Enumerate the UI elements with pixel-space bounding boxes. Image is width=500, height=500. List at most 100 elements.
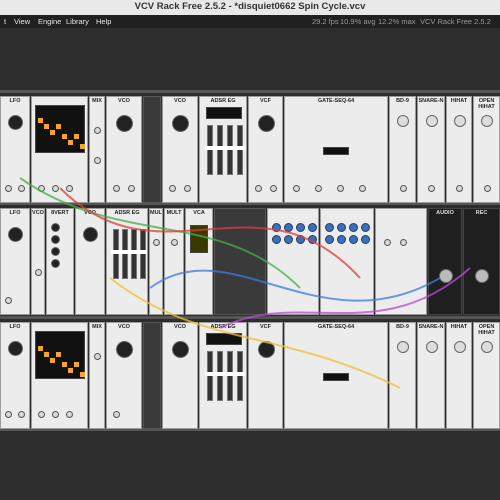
step-button[interactable]: [296, 223, 305, 232]
menu-engine[interactable]: Engine: [38, 17, 61, 26]
drum-snare-module[interactable]: SNARE-N: [417, 322, 445, 429]
cv-jack[interactable]: [293, 185, 300, 192]
cv-jack[interactable]: [52, 411, 59, 418]
vcf-module[interactable]: VCF: [248, 96, 283, 203]
cv-jack[interactable]: [400, 185, 407, 192]
button-grid-module[interactable]: [320, 208, 374, 315]
menu-library[interactable]: Library: [66, 17, 89, 26]
recorder-module[interactable]: REC: [463, 208, 500, 315]
decay-fader[interactable]: [120, 229, 130, 279]
cv-jack[interactable]: [128, 185, 135, 192]
cutoff-knob[interactable]: [258, 115, 275, 132]
cv-jack[interactable]: [38, 185, 45, 192]
step-button[interactable]: [349, 235, 358, 244]
attack-fader[interactable]: [205, 351, 215, 401]
vcf-module[interactable]: VCF: [248, 322, 283, 429]
decay-fader[interactable]: [215, 351, 225, 401]
freq-knob[interactable]: [172, 115, 189, 132]
mult-module[interactable]: MULT: [164, 208, 184, 315]
freq-knob[interactable]: [8, 341, 23, 356]
tune-knob[interactable]: [426, 341, 438, 353]
attack-fader[interactable]: [205, 125, 215, 175]
level-knob[interactable]: [439, 269, 453, 283]
menu-file-truncated[interactable]: t: [4, 17, 6, 26]
drum-open-hihat-module[interactable]: OPEN HIHAT: [473, 96, 500, 203]
switch-module[interactable]: [375, 208, 427, 315]
attenuverter-knob[interactable]: [51, 247, 60, 256]
release-fader[interactable]: [138, 229, 147, 279]
cv-jack[interactable]: [384, 239, 391, 246]
mix-module[interactable]: MIX: [89, 96, 105, 203]
sequencer-module[interactable]: [31, 96, 88, 203]
attenuverter-knob[interactable]: [51, 223, 60, 232]
sustain-fader[interactable]: [225, 125, 235, 175]
adsr-module[interactable]: ADSR EG: [106, 208, 148, 315]
vco-module[interactable]: VCO: [31, 208, 45, 315]
freq-knob[interactable]: [8, 227, 23, 242]
freq-knob[interactable]: [116, 341, 133, 358]
eight-vert-module[interactable]: 8VERT: [46, 208, 74, 315]
cv-jack[interactable]: [5, 185, 12, 192]
step-button[interactable]: [284, 223, 293, 232]
step-button[interactable]: [284, 235, 293, 244]
cutoff-knob[interactable]: [258, 341, 275, 358]
cv-jack[interactable]: [5, 411, 12, 418]
cv-jack[interactable]: [66, 411, 73, 418]
tune-knob[interactable]: [397, 341, 409, 353]
drum-bd9-module[interactable]: BD-9: [389, 96, 416, 203]
menu-help[interactable]: Help: [96, 17, 111, 26]
vca-module[interactable]: VCA: [185, 208, 213, 315]
adsr-module[interactable]: ADSR EG: [199, 96, 247, 203]
release-fader[interactable]: [235, 351, 245, 401]
cv-jack[interactable]: [66, 185, 73, 192]
menu-view[interactable]: View: [14, 17, 30, 26]
cv-jack[interactable]: [38, 411, 45, 418]
cv-jack[interactable]: [169, 185, 176, 192]
vco-module[interactable]: VCO: [106, 322, 142, 429]
vco-module[interactable]: VCO: [162, 322, 198, 429]
tune-knob[interactable]: [454, 115, 466, 127]
mult-module[interactable]: MULT: [149, 208, 163, 315]
attack-fader[interactable]: [111, 229, 121, 279]
gate-sequencer-module[interactable]: GATE-SEQ-64: [284, 96, 388, 203]
step-button[interactable]: [361, 223, 370, 232]
drum-snare-module[interactable]: SNARE-N: [417, 96, 445, 203]
gain-knob[interactable]: [475, 269, 489, 283]
freq-knob[interactable]: [83, 227, 98, 242]
step-button[interactable]: [349, 223, 358, 232]
step-button[interactable]: [296, 235, 305, 244]
cv-jack[interactable]: [94, 127, 101, 134]
cv-jack[interactable]: [113, 185, 120, 192]
attenuverter-knob[interactable]: [51, 235, 60, 244]
step-button[interactable]: [308, 235, 317, 244]
drum-hihat-module[interactable]: HIHAT: [446, 96, 472, 203]
cv-jack[interactable]: [337, 185, 344, 192]
release-fader[interactable]: [235, 125, 245, 175]
tune-knob[interactable]: [426, 115, 438, 127]
freq-knob[interactable]: [172, 341, 189, 358]
button-grid-module[interactable]: [267, 208, 319, 315]
vco-module[interactable]: VCO: [106, 96, 142, 203]
step-button[interactable]: [361, 235, 370, 244]
sequencer-module[interactable]: [31, 322, 88, 429]
step-button[interactable]: [325, 223, 334, 232]
drum-hihat-module[interactable]: HIHAT: [446, 322, 472, 429]
cv-jack[interactable]: [94, 353, 101, 360]
cv-jack[interactable]: [153, 239, 160, 246]
tune-knob[interactable]: [454, 341, 466, 353]
gate-sequencer-module[interactable]: GATE-SEQ-64: [284, 322, 388, 429]
cv-jack[interactable]: [456, 185, 463, 192]
vco-module[interactable]: VCO: [162, 96, 198, 203]
vco-module[interactable]: VCO: [75, 208, 105, 315]
freq-knob[interactable]: [8, 115, 23, 130]
freq-knob[interactable]: [116, 115, 133, 132]
step-button[interactable]: [272, 223, 281, 232]
cv-jack[interactable]: [428, 185, 435, 192]
attenuverter-knob[interactable]: [51, 259, 60, 268]
mix-module[interactable]: MIX: [89, 322, 105, 429]
drum-open-hihat-module[interactable]: OPEN HIHAT: [473, 322, 500, 429]
cv-jack[interactable]: [484, 185, 491, 192]
drum-bd9-module[interactable]: BD-9: [389, 322, 416, 429]
lfo-module[interactable]: LFO: [0, 96, 30, 203]
cv-jack[interactable]: [184, 185, 191, 192]
